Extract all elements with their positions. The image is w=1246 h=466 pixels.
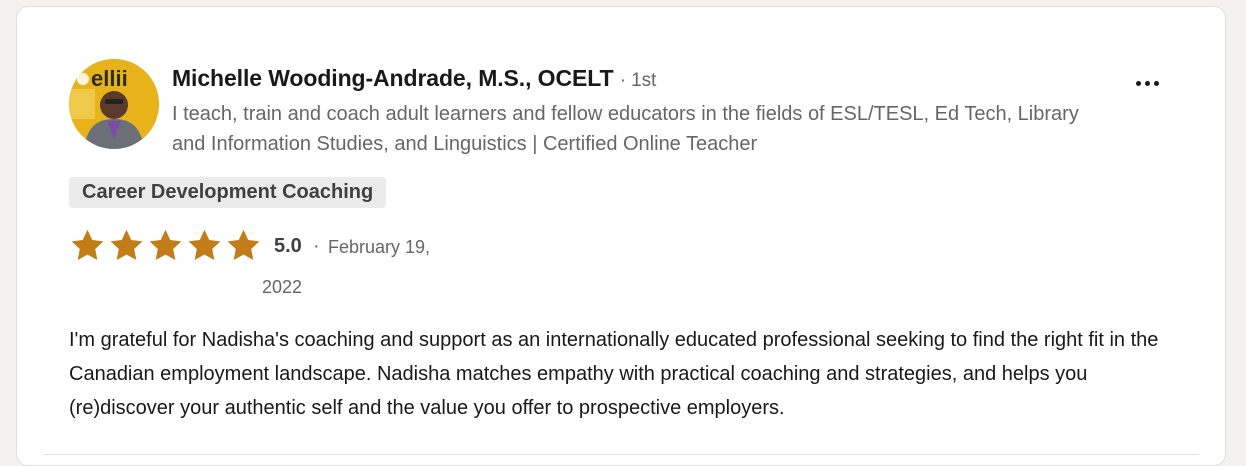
logo-text: ellii — [91, 66, 128, 91]
more-horizontal-icon — [1135, 80, 1141, 86]
review-date: February 19, 2022 — [262, 237, 431, 297]
star-icon — [69, 227, 106, 264]
star-icon — [225, 227, 262, 264]
star-icon — [147, 227, 184, 264]
reviewer-avatar[interactable]: ellii — [69, 59, 159, 149]
star-rating — [69, 227, 262, 264]
connection-degree: · 1st — [619, 70, 657, 91]
star-icon — [186, 227, 223, 264]
review-text: I'm grateful for Nadisha's coaching and … — [69, 329, 1159, 419]
star-icon — [108, 227, 145, 264]
reviewer-name[interactable]: Michelle Wooding-Andrade, M.S., OCELT — [172, 65, 614, 91]
reviewer-name-line: Michelle Wooding-Andrade, M.S., OCELT · … — [172, 65, 656, 92]
more-options-button[interactable] — [1125, 67, 1169, 99]
service-tag: Career Development Coaching — [69, 177, 387, 208]
avatar-photo: ellii — [69, 59, 159, 149]
divider — [43, 454, 1199, 455]
review-card: ellii Michelle Wooding-Andrade, M.S., OC… — [16, 6, 1226, 466]
reviewer-headline: I teach, train and coach adult learners … — [172, 103, 1079, 155]
